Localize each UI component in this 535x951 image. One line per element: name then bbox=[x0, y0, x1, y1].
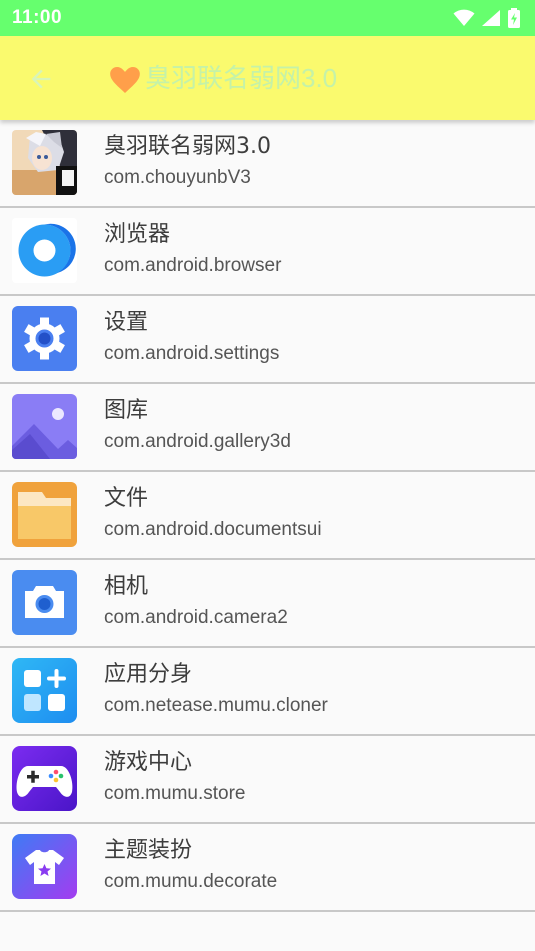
battery-charging-icon bbox=[508, 8, 520, 28]
app-list: 臭羽联名弱网3.0 com.chouyunbV3 浏览器 com.android… bbox=[0, 120, 535, 912]
browser-icon bbox=[12, 218, 77, 283]
app-title: 臭羽联名弱网3.0 bbox=[145, 63, 338, 93]
app-name: 文件 bbox=[104, 486, 149, 511]
folder-icon bbox=[12, 482, 77, 547]
app-name: 臭羽联名弱网3.0 bbox=[104, 134, 271, 159]
app-name: 主题装扮 bbox=[104, 838, 193, 863]
list-item-settings[interactable]: 设置 com.android.settings bbox=[0, 296, 535, 384]
signal-icon bbox=[482, 10, 500, 26]
app-cloner-icon bbox=[12, 658, 77, 723]
list-item-camera[interactable]: 相机 com.android.camera2 bbox=[0, 560, 535, 648]
arrow-back-icon bbox=[31, 69, 51, 89]
heart-icon bbox=[110, 67, 140, 93]
list-item-files[interactable]: 文件 com.android.documentsui bbox=[0, 472, 535, 560]
list-item-theme[interactable]: 主题装扮 com.mumu.decorate bbox=[0, 824, 535, 912]
status-icons bbox=[453, 8, 521, 28]
app-name: 浏览器 bbox=[104, 222, 171, 247]
app-name: 设置 bbox=[104, 310, 149, 335]
wifi-icon bbox=[453, 9, 475, 26]
app-package: com.android.browser bbox=[104, 255, 282, 276]
theme-shirt-icon bbox=[12, 834, 77, 899]
back-button[interactable] bbox=[24, 62, 58, 96]
app-bar: 臭羽联名弱网3.0 bbox=[0, 36, 535, 120]
list-item-game-center[interactable]: 游戏中心 com.mumu.store bbox=[0, 736, 535, 824]
app-package: com.android.settings bbox=[104, 343, 280, 364]
list-item-gallery[interactable]: 图库 com.android.gallery3d bbox=[0, 384, 535, 472]
settings-gear-icon bbox=[12, 306, 77, 371]
anime-avatar-icon bbox=[12, 130, 77, 195]
status-bar: 11:00 bbox=[0, 0, 535, 36]
app-package: com.mumu.store bbox=[104, 783, 246, 804]
list-item-chouyu[interactable]: 臭羽联名弱网3.0 com.chouyunbV3 bbox=[0, 120, 535, 208]
gamepad-icon bbox=[12, 746, 77, 811]
app-package: com.android.camera2 bbox=[104, 607, 288, 628]
gallery-icon bbox=[12, 394, 77, 459]
app-package: com.mumu.decorate bbox=[104, 871, 278, 892]
app-name: 应用分身 bbox=[104, 662, 193, 687]
app-package: com.android.gallery3d bbox=[104, 431, 291, 452]
list-item-cloner[interactable]: 应用分身 com.netease.mumu.cloner bbox=[0, 648, 535, 736]
app-name: 相机 bbox=[104, 574, 149, 599]
app-package: com.netease.mumu.cloner bbox=[104, 695, 328, 716]
app-name: 游戏中心 bbox=[104, 750, 193, 775]
app-package: com.android.documentsui bbox=[104, 519, 322, 540]
app-package: com.chouyunbV3 bbox=[104, 167, 251, 188]
status-time: 11:00 bbox=[12, 7, 63, 28]
app-name: 图库 bbox=[104, 398, 149, 423]
list-item-browser[interactable]: 浏览器 com.android.browser bbox=[0, 208, 535, 296]
camera-icon bbox=[12, 570, 77, 635]
